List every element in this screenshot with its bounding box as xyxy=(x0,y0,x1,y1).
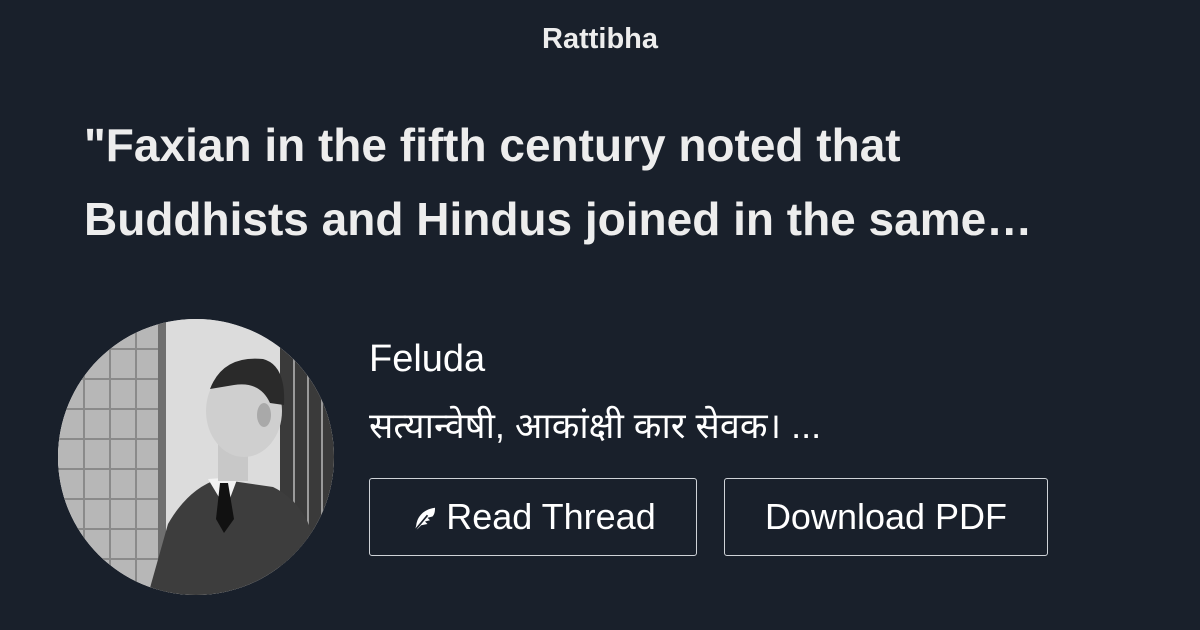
share-card: Rattibha "Faxian in the fifth century no… xyxy=(0,0,1200,630)
download-pdf-label: Download PDF xyxy=(764,496,1008,537)
author-bio: सत्यान्वेषी, आकांक्षी कार सेवक। ... xyxy=(369,405,822,446)
author-avatar[interactable] xyxy=(58,319,334,595)
read-thread-button[interactable]: Read Thread xyxy=(369,478,697,556)
site-name[interactable]: Rattibha xyxy=(0,20,1200,58)
author-name[interactable]: Feluda xyxy=(369,336,485,382)
feather-icon xyxy=(414,507,436,531)
avatar-photo-icon xyxy=(58,319,334,595)
read-thread-label: Read Thread xyxy=(446,496,656,537)
download-pdf-button[interactable]: Download PDF xyxy=(724,478,1048,556)
thread-title: "Faxian in the fifth century noted that … xyxy=(84,119,1033,245)
